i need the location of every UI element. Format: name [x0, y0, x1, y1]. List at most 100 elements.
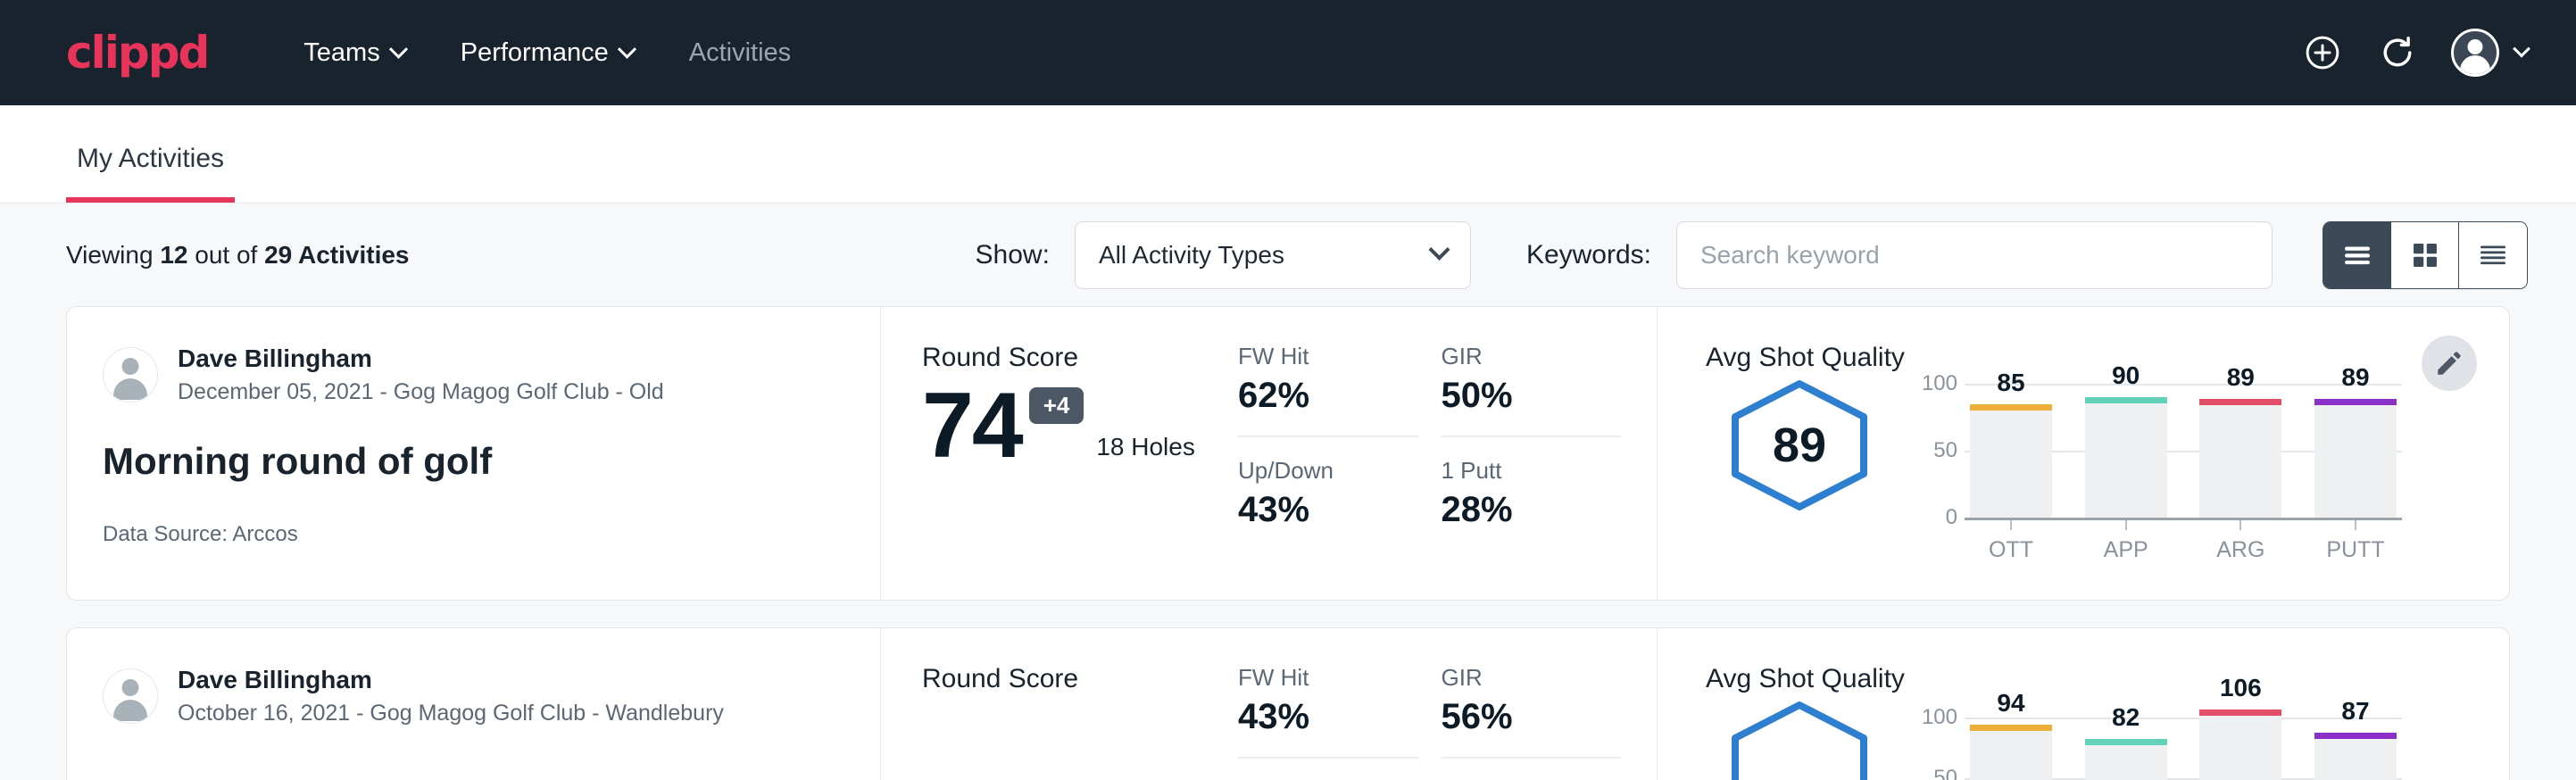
filter-controls: Show: All Activity Types Keywords:: [976, 221, 2528, 289]
stat-value: 56%: [1442, 697, 1622, 737]
viewing-total: 29 Activities: [264, 241, 409, 269]
bar: [2314, 399, 2397, 519]
bar: [2085, 739, 2167, 780]
stat-label: FW Hit: [1238, 343, 1418, 370]
chart-bar-arg: 89: [2199, 384, 2281, 518]
stat-label: GIR: [1442, 664, 1622, 692]
viewing-summary: Viewing 12 out of 29 Activities: [66, 241, 410, 270]
stat-gir: GIR 50%: [1442, 343, 1622, 437]
bar: [2199, 399, 2281, 519]
avg-shot-quality-label: Avg Shot Quality: [1706, 664, 2509, 694]
edit-activity-button[interactable]: [2422, 336, 2477, 391]
tab-my-activities[interactable]: My Activities: [66, 144, 235, 203]
grid-view-button[interactable]: [2391, 222, 2459, 288]
chart-y-tick-label: 50: [1911, 766, 1957, 780]
list-view-button[interactable]: [2323, 222, 2391, 288]
chart-bars: 94 82 106 87: [1965, 705, 2402, 780]
chart-x-tick-label: OTT: [1970, 537, 2052, 563]
nav-item-teams[interactable]: Teams: [276, 29, 432, 77]
chart-x-tick-label: PUTT: [2314, 537, 2397, 563]
search-input[interactable]: [1700, 241, 2248, 270]
keywords-label: Keywords:: [1526, 240, 1651, 270]
nav-item-activities[interactable]: Activities: [661, 29, 819, 77]
chart-y-tick-label: 100: [1911, 371, 1957, 396]
user-name: Dave Billingham: [178, 343, 664, 374]
bar-value-label: 89: [2199, 363, 2281, 392]
shot-quality-chart: 050100948210687 OTTAPPARGPUTT: [1893, 700, 2509, 780]
viewing-mid: out of: [187, 241, 264, 269]
chart-bar-app: 90: [2085, 384, 2167, 518]
list-icon: [2339, 236, 2376, 274]
avatar-icon: [2451, 29, 2499, 77]
chart-gridline: [1965, 518, 2402, 520]
avatar-icon: [103, 347, 158, 402]
activity-type-select[interactable]: All Activity Types: [1075, 221, 1471, 289]
activity-card[interactable]: Dave Billingham October 16, 2021 - Gog M…: [66, 627, 2510, 780]
compact-view-button[interactable]: [2459, 222, 2527, 288]
stat-one-putt: 1 Putt 28%: [1442, 457, 1622, 537]
activity-title: Morning round of golf: [103, 440, 837, 483]
nav-item-performance[interactable]: Performance: [433, 29, 661, 77]
chevron-down-icon: [1428, 239, 1450, 261]
avg-shot-quality-section: Avg Shot Quality 89 05010085908989 OTTAP…: [1658, 307, 2509, 600]
chart-bar-ott: 94: [1970, 705, 2052, 780]
chevron-down-icon: [389, 39, 408, 58]
filter-bar: Viewing 12 out of 29 Activities Show: Al…: [0, 203, 2576, 306]
round-score-section: Round Score 74 +4 18 Holes: [881, 307, 1238, 600]
stat-label: 1 Putt: [1442, 457, 1622, 485]
avg-shot-quality-hexagon: 89: [1724, 378, 1874, 512]
clippd-logo[interactable]: clippd: [66, 30, 208, 75]
holes-count: 18 Holes: [1096, 433, 1195, 470]
chart-bar-app: 82: [2085, 705, 2167, 780]
nav-label-performance: Performance: [461, 38, 609, 68]
round-score-section: Round Score: [881, 628, 1238, 780]
stat-label: GIR: [1442, 343, 1622, 370]
add-button[interactable]: [2301, 31, 2344, 74]
avg-shot-quality-section: Avg Shot Quality 050100948210687 OTTAPPA…: [1658, 628, 2509, 780]
activity-meta: December 05, 2021 - Gog Magog Golf Club …: [178, 378, 664, 408]
avg-shot-quality-value: 89: [1724, 378, 1874, 512]
search-field-wrapper[interactable]: [1676, 221, 2273, 289]
show-label: Show:: [976, 240, 1050, 270]
bar: [1970, 404, 2052, 519]
round-score-label: Round Score: [922, 664, 1238, 694]
round-score-value: 74: [922, 382, 1022, 470]
avg-shot-quality-value: [1724, 700, 1874, 780]
bar-value-label: 94: [1970, 689, 2052, 718]
view-toggle-group: [2323, 221, 2528, 289]
activity-data-source: Data Source: Arccos: [103, 522, 837, 547]
bar-value-label: 82: [2085, 703, 2167, 732]
viewing-prefix: Viewing: [66, 241, 160, 269]
stat-fw-hit: FW Hit 62%: [1238, 343, 1418, 437]
stat-value: 43%: [1238, 490, 1418, 530]
chart-bar-arg: 106: [2199, 705, 2281, 780]
activity-info: Dave Billingham October 16, 2021 - Gog M…: [67, 628, 881, 780]
round-stats: FW Hit 43% GIR 56%: [1238, 628, 1658, 780]
bar: [1970, 725, 2052, 780]
chart-x-tick: PUTT: [2314, 518, 2397, 563]
avatar-icon: [103, 668, 158, 724]
round-stats: FW Hit 62% GIR 50% Up/Down 43% 1 Putt 28…: [1238, 307, 1658, 600]
stat-value: 50%: [1442, 376, 1622, 416]
chart-x-tick-label: APP: [2085, 537, 2167, 563]
refresh-button[interactable]: [2376, 31, 2419, 74]
chart-bar-putt: 87: [2314, 705, 2397, 780]
stat-value: 43%: [1238, 697, 1418, 737]
chart-x-tick: APP: [2085, 518, 2167, 563]
stat-fw-hit: FW Hit 43%: [1238, 664, 1418, 759]
compact-list-icon: [2474, 236, 2512, 274]
main-nav: Teams Performance Activities: [276, 29, 819, 77]
round-score-label: Round Score: [922, 343, 1238, 373]
user-name: Dave Billingham: [178, 664, 724, 695]
activity-card[interactable]: Dave Billingham December 05, 2021 - Gog …: [66, 306, 2510, 601]
chart-x-tick-label: ARG: [2199, 537, 2281, 563]
chart-x-tick: ARG: [2199, 518, 2281, 563]
nav-label-teams: Teams: [303, 38, 379, 68]
bar-value-label: 90: [2085, 361, 2167, 390]
stat-value: 28%: [1442, 490, 1622, 530]
chart-y-tick-label: 0: [1911, 505, 1957, 530]
activity-identity: Dave Billingham October 16, 2021 - Gog M…: [103, 664, 837, 729]
account-menu[interactable]: [2451, 29, 2528, 77]
bar-value-label: 106: [2199, 674, 2281, 702]
activity-identity: Dave Billingham December 05, 2021 - Gog …: [103, 343, 837, 408]
